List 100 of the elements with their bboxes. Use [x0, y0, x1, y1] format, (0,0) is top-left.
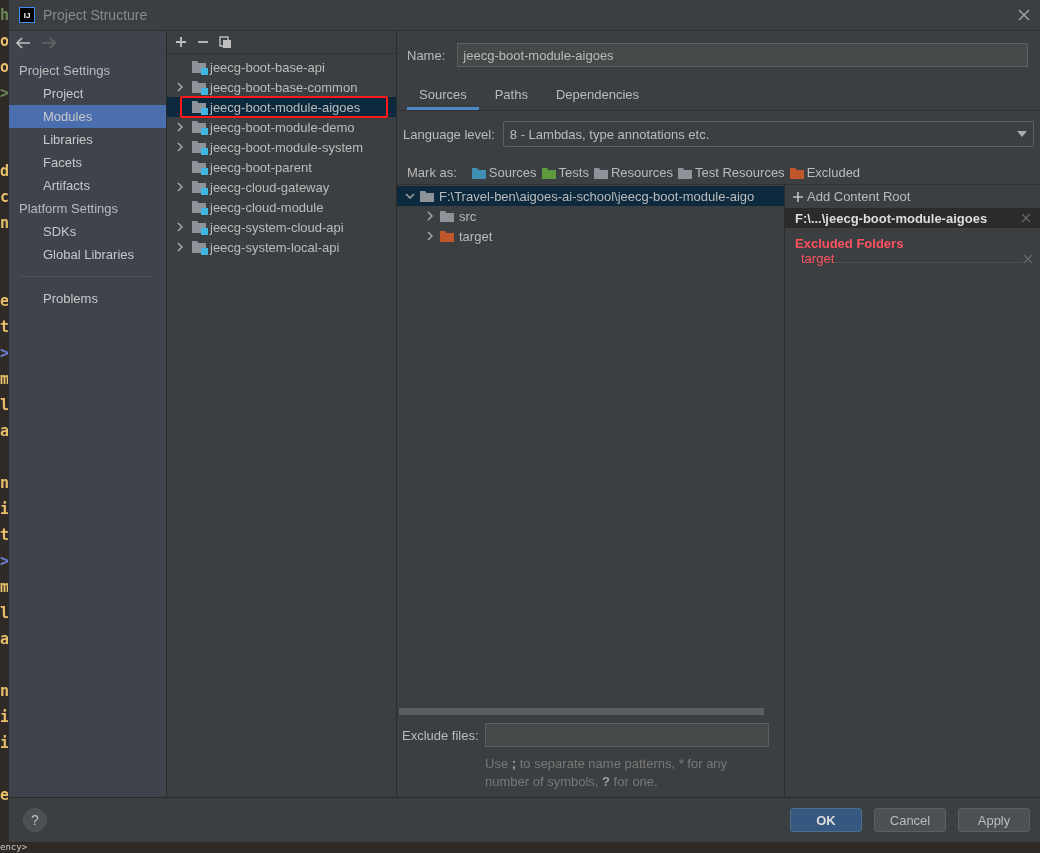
sidebar-item[interactable]: Project: [9, 82, 166, 105]
code-fragment: e: [0, 292, 8, 312]
tree-row[interactable]: F:\Travel-ben\aigoes-ai-school\jeecg-boot-module-aigo: [397, 186, 784, 206]
close-icon[interactable]: [1022, 214, 1030, 222]
module-row[interactable]: jeecg-boot-module-aigoes: [167, 97, 396, 117]
module-name: jeecg-boot-base-common: [210, 79, 358, 95]
field-label: Exclude files:: [402, 727, 479, 743]
sidebar-item[interactable]: Artifacts: [9, 174, 166, 197]
section-title: Platform Settings: [18, 200, 119, 218]
add-icon[interactable]: [175, 36, 187, 48]
code-fragment: c: [0, 188, 8, 208]
folder-name: src: [459, 208, 477, 224]
dropdown-caret-icon: [1017, 131, 1027, 137]
module-folder-icon: [191, 79, 208, 95]
module-folder-icon: [191, 219, 208, 235]
module-name: jeecg-boot-module-aigoes: [210, 99, 361, 115]
name-field[interactable]: jeecg-boot-module-aigoes: [457, 43, 1028, 67]
field-label: Mark as:: [407, 165, 457, 180]
mark-as-button[interactable]: Tests: [540, 165, 589, 180]
module-row[interactable]: jeecg-boot-base-api: [167, 57, 396, 77]
code-fragment: i: [0, 734, 8, 754]
module-name: jeecg-cloud-gateway: [210, 179, 330, 195]
field-label: Language level:: [403, 126, 495, 142]
language-dropdown[interactable]: 8 - Lambdas, type annotations etc.: [502, 121, 1034, 147]
code-fragment: d: [0, 162, 8, 182]
code-fragment: i: [0, 500, 8, 520]
code-fragment: t: [0, 526, 8, 546]
tab[interactable]: Dependencies: [543, 83, 652, 110]
module-name: jeecg-system-local-api: [210, 239, 340, 255]
sidebar-item[interactable]: Modules: [9, 105, 166, 128]
code-fragment: i: [0, 708, 8, 728]
module-row[interactable]: jeecg-boot-module-demo: [167, 117, 396, 137]
module-folder-icon: [191, 59, 208, 75]
help-button[interactable]: ?: [23, 808, 47, 832]
module-folder-icon: [191, 179, 208, 195]
tree-row[interactable]: src: [397, 206, 784, 226]
module-row[interactable]: jeecg-boot-base-common: [167, 77, 396, 97]
sidebar-item[interactable]: Global Libraries: [9, 243, 166, 266]
code-fragment: l: [0, 396, 8, 416]
module-row[interactable]: jeecg-boot-module-system: [167, 137, 396, 157]
code-fragment: >: [0, 344, 8, 364]
module-row[interactable]: jeecg-cloud-module: [167, 197, 396, 217]
add-content-root-button[interactable]: Add Content Root: [785, 185, 1040, 208]
code-fragment: >: [0, 84, 8, 104]
module-row[interactable]: jeecg-system-cloud-api: [167, 217, 396, 237]
exclude-files-field[interactable]: [484, 723, 769, 747]
module-name: jeecg-cloud-module: [210, 199, 324, 215]
code-fragment: h: [0, 6, 8, 26]
module-name: jeecg-boot-parent: [210, 159, 312, 175]
module-folder-icon: [191, 99, 208, 115]
module-row[interactable]: jeecg-cloud-gateway: [167, 177, 396, 197]
content-root-path: F:\...\jeecg-boot-module-aigoes: [795, 210, 988, 226]
dialog-button[interactable]: OK: [790, 808, 862, 832]
module-row[interactable]: jeecg-boot-parent: [167, 157, 396, 177]
mark-as-button[interactable]: Test Resources: [677, 165, 785, 180]
sidebar-item[interactable]: Facets: [9, 151, 166, 174]
folder-name: target: [459, 228, 493, 244]
app-logo: IJ: [19, 7, 35, 23]
mark-as-button[interactable]: Sources: [470, 165, 537, 180]
tab[interactable]: Paths: [482, 83, 540, 110]
section-title: Project Settings: [18, 62, 112, 80]
back-arrow-icon[interactable]: [15, 37, 31, 49]
code-fragment: n: [0, 682, 8, 702]
sidebar-item[interactable]: SDKs: [9, 220, 166, 243]
add-icon: [793, 191, 803, 202]
code-fragment: m: [0, 578, 8, 598]
module-folder-icon: [191, 119, 208, 135]
module-row[interactable]: jeecg-system-local-api: [167, 237, 396, 257]
sidebar-item[interactable]: Problems: [9, 287, 166, 310]
module-name: jeecg-boot-module-demo: [210, 119, 355, 135]
module-name: jeecg-system-cloud-api: [210, 219, 344, 235]
module-name: jeecg-boot-module-system: [210, 139, 364, 155]
dialog-button[interactable]: Apply: [958, 808, 1030, 832]
section-title: Excluded Folders: [794, 235, 905, 251]
chevron-icon[interactable]: [175, 182, 185, 192]
copy-icon[interactable]: [219, 35, 232, 49]
close-icon[interactable]: [1018, 9, 1030, 21]
code-fragment: o: [0, 32, 8, 52]
module-name: jeecg-boot-base-api: [210, 59, 325, 75]
chevron-icon[interactable]: [175, 82, 185, 92]
dialog-button[interactable]: Cancel: [874, 808, 946, 832]
code-fragment: a: [0, 630, 8, 650]
code-fragment: e: [0, 786, 8, 806]
hint-text: Use ; to separate name patterns, * for any number of symbols, ? for one.: [484, 755, 729, 791]
scrollbar[interactable]: [399, 708, 764, 715]
module-folder-icon: [191, 159, 208, 175]
code-fragment: l: [0, 604, 8, 624]
sidebar-item[interactable]: Libraries: [9, 128, 166, 151]
module-folder-icon: [191, 199, 208, 215]
tree-row[interactable]: target: [397, 226, 784, 246]
mark-as-button[interactable]: Resources: [592, 165, 674, 180]
mark-as-button[interactable]: Excluded: [788, 165, 861, 180]
code-fragment: a: [0, 422, 8, 442]
module-folder-icon: [191, 239, 208, 255]
code-fragment: t: [0, 318, 8, 338]
field-label: Name:: [407, 47, 446, 63]
tab[interactable]: Sources: [407, 83, 479, 110]
code-fragment: o: [0, 58, 8, 78]
folder-name: F:\Travel-ben\aigoes-ai-school\jeecg-boot-module-aigo: [439, 188, 755, 204]
code-fragment: n: [0, 214, 8, 234]
